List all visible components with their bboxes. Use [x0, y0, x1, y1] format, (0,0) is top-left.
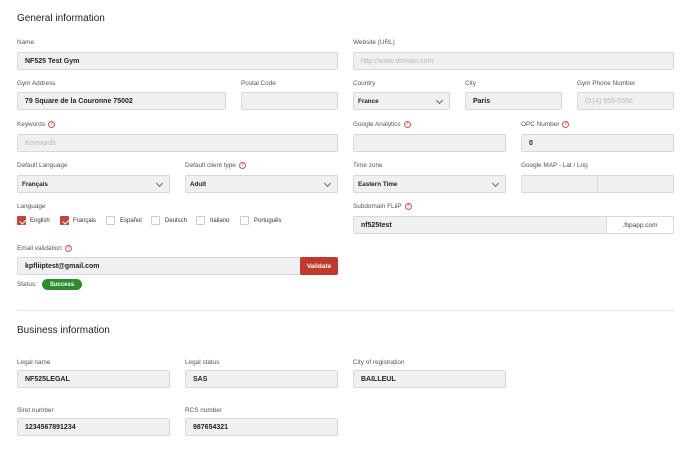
subdomain-input[interactable]: nf525test: [353, 216, 607, 234]
google-map-label: Google MAP - Lat / Lng: [521, 162, 588, 169]
gym-address-label: Gym Address: [17, 80, 56, 87]
name-input[interactable]: NF525 Test Gym: [17, 52, 338, 70]
country-select[interactable]: France: [353, 92, 450, 110]
checkbox-deutsch-label: Deutsch: [165, 218, 188, 224]
city-registration-label: City of registration: [353, 359, 405, 366]
chevron-down-icon: [323, 179, 332, 188]
google-analytics-label: Google Analytics: [353, 121, 401, 128]
general-information-title: General information: [17, 13, 105, 24]
gym-address-input[interactable]: 79 Square de la Couronne 75002: [17, 92, 226, 110]
rcs-number-label: RCS number: [185, 407, 222, 414]
google-analytics-input[interactable]: [353, 134, 506, 152]
help-icon[interactable]: ?: [238, 162, 246, 169]
gym-phone-label: Gym Phone Number: [577, 80, 636, 87]
keywords-input[interactable]: Keywords: [17, 134, 338, 152]
checkbox-italiano-label: Italiano: [210, 218, 230, 224]
email-validation-label-group: Email validation ?: [17, 245, 72, 252]
keywords-label: Keywords: [17, 121, 46, 128]
validate-button[interactable]: Validate: [300, 257, 338, 275]
checkbox-portugues-label: Português: [254, 218, 282, 224]
rcs-number-input[interactable]: 987654321: [185, 418, 338, 436]
legal-name-input[interactable]: NF525LEGAL: [17, 370, 170, 388]
name-label: Name: [17, 39, 35, 46]
help-icon[interactable]: ?: [403, 121, 411, 128]
status-badge: Success: [42, 279, 82, 290]
website-label: Website (URL): [353, 39, 395, 46]
email-validation-label: Email validation: [17, 245, 62, 252]
country-select-value: France: [358, 97, 379, 105]
time-zone-value: Eastern Time: [358, 180, 398, 188]
default-client-type-label: Default client type: [185, 162, 236, 169]
chevron-down-icon: [155, 179, 164, 188]
city-label: City: [465, 80, 477, 87]
checkbox-deutsch[interactable]: [151, 216, 160, 225]
subdomain-label: Subdomain FLiiP: [353, 203, 402, 210]
keywords-label-group: Keywords ?: [17, 121, 56, 128]
opc-number-label: OPC Number: [521, 121, 560, 128]
checkbox-english-label: English: [30, 218, 50, 224]
default-language-label: Default Language: [17, 162, 68, 169]
checkbox-francais[interactable]: [60, 216, 69, 225]
email-validation-input[interactable]: kpfliiptest@gmail.com: [17, 257, 301, 275]
siret-number-label: Siret number: [17, 407, 54, 414]
default-client-type-label-group: Default client type ?: [185, 162, 246, 169]
subdomain-suffix: .flipapp.com: [606, 216, 674, 234]
google-map-lat-input[interactable]: [521, 175, 598, 193]
country-label: Country: [353, 80, 376, 87]
status-label: Status:: [17, 281, 37, 288]
checkbox-italiano[interactable]: [196, 216, 205, 225]
legal-status-input[interactable]: SAS: [185, 370, 338, 388]
default-language-value: Français: [22, 180, 48, 188]
help-icon[interactable]: ?: [48, 121, 56, 128]
help-icon[interactable]: ?: [562, 121, 570, 128]
checkbox-portugues[interactable]: [240, 216, 249, 225]
help-icon[interactable]: ?: [404, 203, 412, 210]
opc-number-input[interactable]: 0: [521, 134, 674, 152]
time-zone-select[interactable]: Eastern Time: [353, 175, 506, 193]
siret-number-input[interactable]: 1234567891234: [17, 418, 170, 436]
section-divider: [17, 310, 674, 311]
opc-number-label-group: OPC Number ?: [521, 121, 570, 128]
google-analytics-label-group: Google Analytics ?: [353, 121, 411, 128]
postal-code-input[interactable]: [241, 92, 338, 110]
default-language-select[interactable]: Français: [17, 175, 170, 193]
legal-status-label: Legal status: [185, 359, 220, 366]
postal-code-label: Postal Code: [241, 80, 276, 87]
website-input[interactable]: http://www.domain.com: [353, 52, 674, 70]
help-icon[interactable]: ?: [64, 245, 72, 252]
business-information-title: Business information: [17, 325, 110, 336]
gym-phone-input[interactable]: (514) 555-5555: [577, 92, 674, 110]
checkbox-espanol[interactable]: [106, 216, 115, 225]
legal-name-label: Legal name: [17, 359, 51, 366]
checkbox-english[interactable]: [17, 216, 26, 225]
checkbox-espanol-label: Español: [120, 218, 142, 224]
city-registration-input[interactable]: BAILLEUL: [353, 370, 506, 388]
default-client-type-value: Adult: [190, 180, 207, 188]
default-client-type-select[interactable]: Adult: [185, 175, 338, 193]
chevron-down-icon: [435, 96, 444, 105]
subdomain-label-group: Subdomain FLiiP ?: [353, 203, 412, 210]
chevron-down-icon: [491, 179, 500, 188]
google-map-lng-input[interactable]: [597, 175, 674, 193]
time-zone-label: Time zone: [353, 162, 383, 169]
language-label: Language: [17, 203, 46, 210]
city-input[interactable]: Paris: [465, 92, 562, 110]
checkbox-francais-label: Français: [73, 218, 97, 224]
